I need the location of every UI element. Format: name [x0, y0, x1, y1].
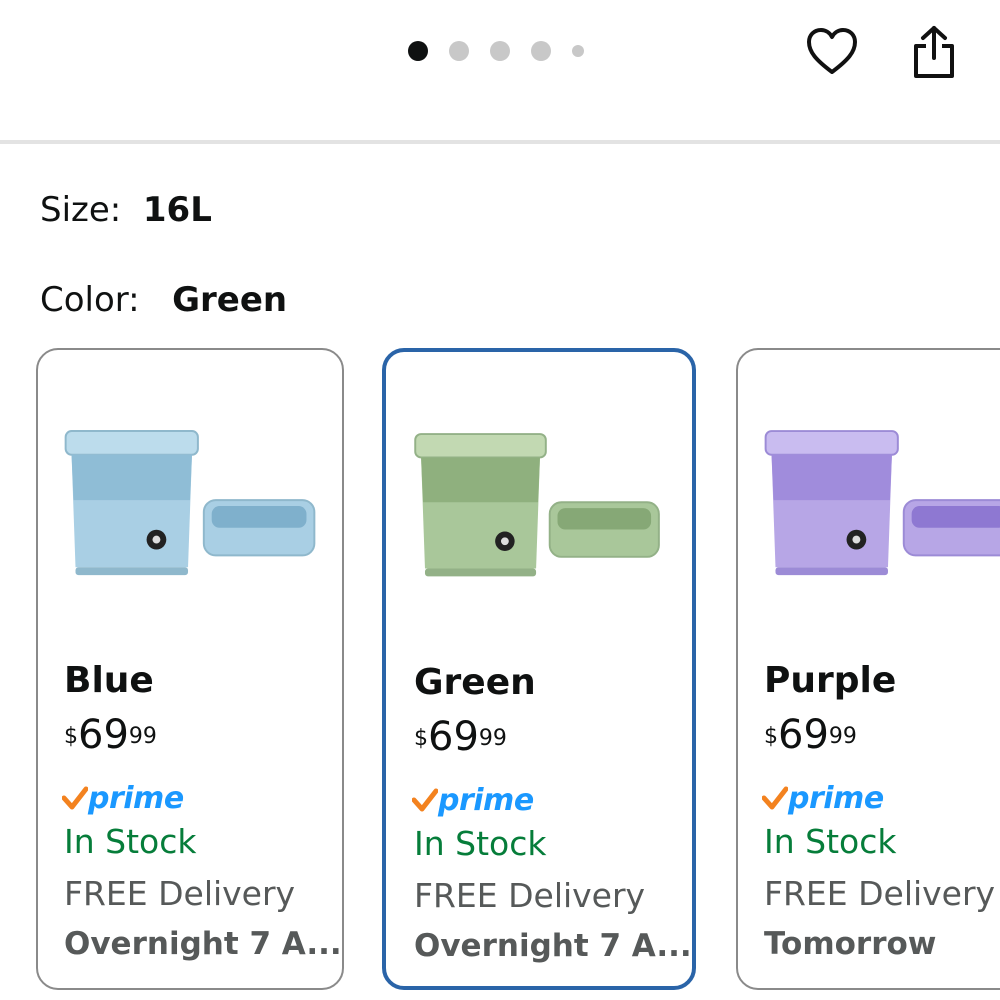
prime-check-icon	[62, 786, 88, 810]
price-cents: 99	[478, 726, 507, 751]
price-whole: 69	[778, 712, 829, 758]
price-symbol: $	[64, 724, 78, 749]
price-symbol: $	[414, 726, 428, 751]
delivery-label: FREE Delivery	[414, 876, 646, 915]
share-button[interactable]	[902, 20, 966, 84]
price-whole: 69	[78, 712, 129, 758]
prime-badge: prime	[62, 778, 184, 818]
color-value: Green	[172, 280, 288, 320]
stock-status: In Stock	[764, 822, 897, 861]
variant-name: Blue	[64, 660, 154, 701]
price-symbol: $	[764, 724, 778, 749]
price-cents: 99	[828, 724, 857, 749]
color-label: Color:	[40, 280, 140, 320]
delivery-label: FREE Delivery	[64, 874, 296, 913]
prime-label: prime	[88, 780, 184, 816]
prime-badge: prime	[412, 780, 534, 820]
size-value: 16L	[142, 190, 212, 230]
prime-check-icon	[762, 786, 788, 810]
delivery-date: Overnight 7 A...	[414, 928, 692, 964]
delivery-date: Overnight 7 A...	[64, 926, 342, 962]
variant-price: $6999	[764, 712, 857, 758]
prime-check-icon	[412, 788, 438, 812]
variant-card-blue[interactable]: Blue $6999 prime In Stock FREE Delivery …	[36, 348, 344, 990]
stock-status: In Stock	[64, 822, 197, 861]
price-whole: 69	[428, 714, 479, 760]
heart-icon	[807, 28, 857, 74]
delivery-date: Tomorrow	[764, 926, 937, 962]
price-cents: 99	[128, 724, 157, 749]
size-label: Size:	[40, 190, 122, 230]
top-bar	[0, 0, 1000, 140]
carousel-dot-3[interactable]	[490, 41, 510, 61]
product-image-blue	[64, 430, 316, 576]
prime-label: prime	[438, 782, 534, 818]
stock-status: In Stock	[414, 824, 547, 863]
variant-name: Purple	[764, 660, 897, 701]
product-image-green	[414, 433, 660, 577]
delivery-label: FREE Delivery	[764, 874, 996, 913]
wishlist-button[interactable]	[800, 20, 864, 84]
variant-price: $6999	[414, 714, 507, 760]
variant-price: $6999	[64, 712, 157, 758]
color-selection: Color: Green	[40, 280, 287, 320]
carousel-dots[interactable]	[408, 40, 605, 62]
prime-badge: prime	[762, 778, 884, 818]
variant-name: Green	[414, 662, 536, 703]
variant-card-green[interactable]: Green $6999 prime In Stock FREE Delivery…	[382, 348, 696, 990]
variant-card-purple[interactable]: Purple $6999 prime In Stock FREE Deliver…	[736, 348, 1000, 990]
prime-label: prime	[788, 780, 884, 816]
share-icon	[914, 26, 954, 78]
carousel-dot-4[interactable]	[531, 41, 551, 61]
carousel-dot-5[interactable]	[572, 45, 584, 57]
size-selection: Size: 16L	[40, 190, 212, 230]
header-divider	[0, 140, 1000, 144]
product-image-purple	[764, 430, 1000, 576]
carousel-dot-1[interactable]	[408, 41, 428, 61]
carousel-dot-2[interactable]	[449, 41, 469, 61]
